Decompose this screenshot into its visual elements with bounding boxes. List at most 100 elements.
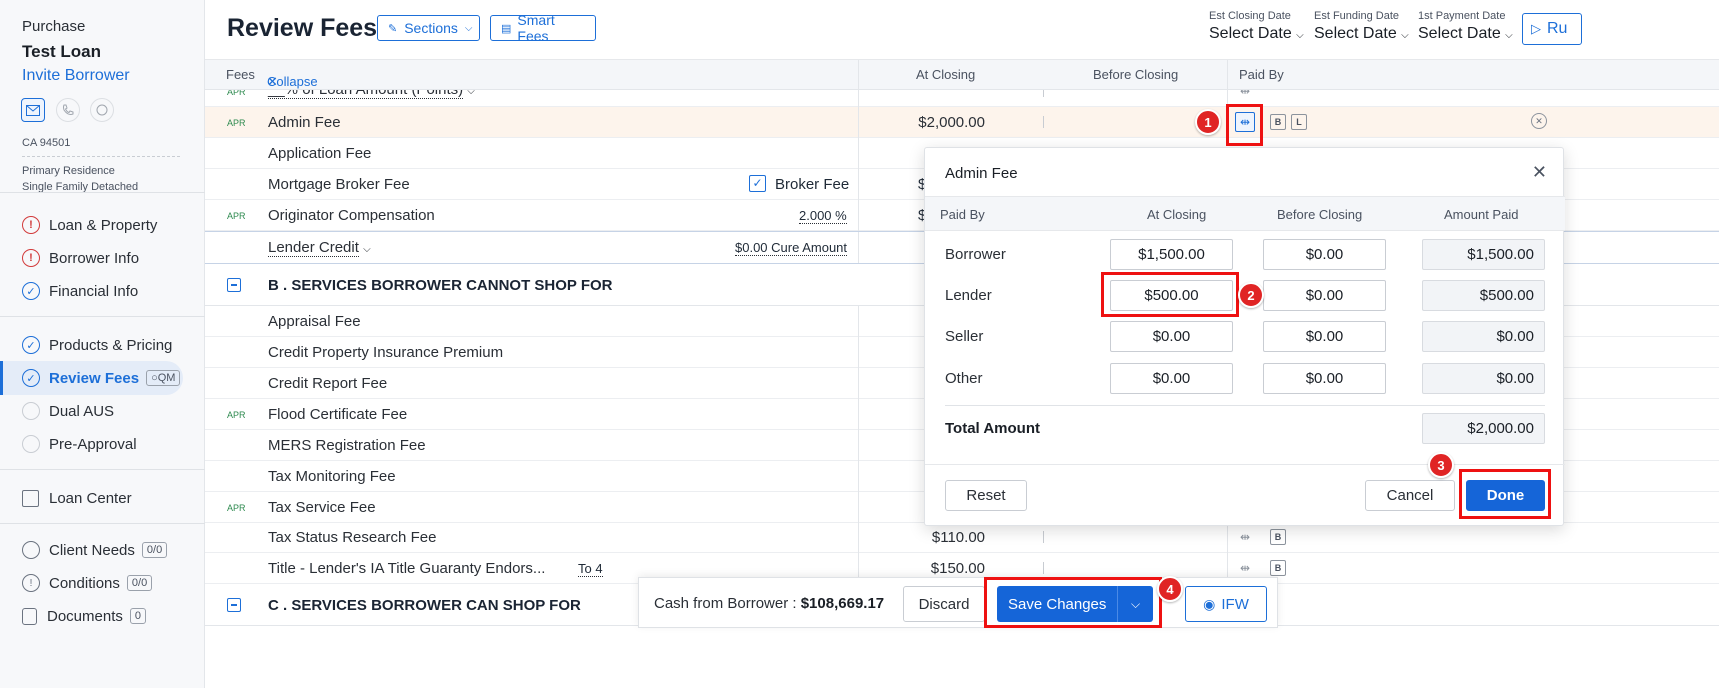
- lender-amount-paid: $500.00: [1422, 280, 1545, 311]
- fee-name[interactable]: __% of Loan Amount (Points) ⌵: [268, 90, 475, 99]
- nav-loan-property[interactable]: ! Loan & Property: [0, 208, 205, 242]
- invite-borrower-link[interactable]: Invite Borrower: [22, 67, 130, 85]
- fee-name: Appraisal Fee: [268, 313, 361, 330]
- date-select[interactable]: Select Date ⌵: [1418, 25, 1513, 43]
- fee-amount[interactable]: $110.00: [860, 529, 985, 546]
- broker-fee-label: Broker Fee: [775, 176, 850, 193]
- nav-label: Loan & Property: [49, 216, 158, 234]
- originator-percent[interactable]: 2.000 %: [799, 208, 847, 224]
- cash-from-borrower: Cash from Borrower : $108,669.17: [654, 595, 884, 612]
- nav-pre-approval[interactable]: Pre-Approval: [0, 427, 205, 461]
- chat-icon[interactable]: [90, 98, 114, 122]
- borrower-before-closing-input[interactable]: $0.00: [1263, 239, 1386, 270]
- email-icon[interactable]: [21, 98, 45, 122]
- nav-client-needs[interactable]: Client Needs 0/0: [0, 533, 205, 567]
- divider: [0, 523, 205, 524]
- property-summary: Primary Residence Single Family Detached: [22, 163, 138, 195]
- chevron-down-icon: ⌵: [1505, 30, 1513, 41]
- borrower-amount-paid: $1,500.00: [1422, 239, 1545, 270]
- warning-icon: !: [22, 216, 40, 234]
- button-label: Ru: [1547, 20, 1568, 37]
- est-funding-date[interactable]: Est Funding Date Select Date ⌵: [1314, 10, 1409, 43]
- ifw-button[interactable]: ◉ IFW: [1185, 586, 1267, 622]
- paid-by-borrower-tag[interactable]: B: [1270, 114, 1286, 130]
- section-title: B . SERVICES BORROWER CANNOT SHOP FOR: [268, 277, 613, 294]
- broker-fee-checkbox[interactable]: ✓: [749, 175, 766, 192]
- annotation-badge-2: 2: [1238, 282, 1264, 308]
- nav-documents[interactable]: Documents 0: [0, 599, 205, 633]
- first-payment-date[interactable]: 1st Payment Date Select Date ⌵: [1418, 10, 1513, 43]
- collapse-section-icon[interactable]: [227, 278, 241, 292]
- col-divider: [858, 107, 859, 138]
- row-label-lender: Lender: [945, 287, 992, 304]
- paid-by-borrower-tag[interactable]: B: [1270, 529, 1286, 545]
- divider: [0, 316, 205, 317]
- fee-name: Originator Compensation: [268, 207, 435, 224]
- seller-before-closing-input[interactable]: $0.00: [1263, 321, 1386, 352]
- col-divider: [858, 169, 859, 200]
- nav-review-fees[interactable]: ✓ Review Fees ○QM: [0, 361, 183, 395]
- seller-at-closing-input[interactable]: $0.00: [1110, 321, 1233, 352]
- fee-amount[interactable]: $2,000.00: [860, 114, 985, 131]
- run-button[interactable]: ▷ Ru: [1522, 13, 1582, 45]
- nav-borrower-info[interactable]: ! Borrower Info: [0, 241, 205, 275]
- cure-amount[interactable]: $0.00 Cure Amount: [735, 240, 848, 256]
- sidebar: Purchase Test Loan Invite Borrower CA 94…: [0, 0, 205, 688]
- date-select[interactable]: Select Date ⌵: [1314, 25, 1409, 43]
- other-amount-paid: $0.00: [1422, 363, 1545, 394]
- badge-text: QM: [157, 372, 176, 384]
- discard-button[interactable]: Discard: [903, 586, 985, 622]
- split-icon[interactable]: ⇹: [1236, 559, 1254, 577]
- other-before-closing-input[interactable]: $0.00: [1263, 363, 1386, 394]
- nav-dual-aus[interactable]: Dual AUS: [0, 394, 205, 428]
- annotation-box-1: [1226, 104, 1263, 146]
- annotation-badge-1: 1: [1195, 109, 1221, 135]
- fee-amount[interactable]: $150.00: [860, 560, 985, 577]
- lender-before-closing-input[interactable]: $0.00: [1263, 280, 1386, 311]
- dialog-column-header: Paid By At Closing Before Closing Amount…: [925, 196, 1565, 231]
- fee-name: Tax Service Fee: [268, 499, 376, 516]
- nav-financial-info[interactable]: ✓ Financial Info: [0, 274, 205, 308]
- nav-label: Client Needs: [49, 541, 135, 559]
- loan-name: Test Loan: [22, 42, 102, 61]
- split-icon[interactable]: ⇹: [1236, 528, 1254, 546]
- col-fees: Fees: [226, 67, 255, 82]
- annotation-badge-4: 4: [1157, 576, 1183, 602]
- est-closing-date[interactable]: Est Closing Date Select Date ⌵: [1209, 10, 1304, 43]
- reset-button[interactable]: Reset: [945, 480, 1027, 511]
- col-divider: [858, 60, 859, 90]
- close-icon[interactable]: ✕: [1532, 162, 1547, 183]
- nav-label: Financial Info: [49, 282, 139, 300]
- collapse-section-icon[interactable]: [227, 598, 241, 612]
- col-divider: [858, 368, 859, 399]
- date-select[interactable]: Select Date ⌵: [1209, 25, 1304, 43]
- col-divider: [858, 461, 859, 492]
- fee-name: Application Fee: [268, 145, 372, 162]
- nav-conditions[interactable]: ! Conditions 0/0: [0, 566, 205, 600]
- fee-name: Flood Certificate Fee: [268, 406, 408, 423]
- fee-name: MERS Registration Fee: [268, 437, 426, 454]
- borrower-at-closing-input[interactable]: $1,500.00: [1110, 239, 1233, 270]
- paid-to-link[interactable]: To 4: [578, 561, 603, 577]
- document-icon: [22, 607, 37, 625]
- remove-icon[interactable]: ✕: [1531, 113, 1547, 129]
- nav-products-pricing[interactable]: ✓ Products & Pricing: [0, 328, 205, 362]
- smart-fees-button[interactable]: ▤ Smart Fees: [490, 12, 596, 44]
- split-icon[interactable]: ⇹: [1236, 90, 1254, 100]
- annotation-box-3: [1459, 469, 1551, 519]
- table-row-tax-status[interactable]: Tax Status Research Fee $110.00 ⇹ B: [205, 522, 1719, 553]
- table-row-admin-fee[interactable]: APR Admin Fee $2,000.00 ⇹ B L ✕: [205, 107, 1719, 138]
- cancel-button[interactable]: Cancel: [1365, 480, 1455, 511]
- phone-icon[interactable]: [56, 98, 80, 122]
- paid-by-lender-tag[interactable]: L: [1291, 114, 1307, 130]
- nav-loan-center[interactable]: Loan Center: [0, 481, 205, 515]
- other-at-closing-input[interactable]: $0.00: [1110, 363, 1233, 394]
- table-row[interactable]: APR __% of Loan Amount (Points) ⌵ ⇹: [205, 90, 1719, 107]
- apr-tag: APR: [227, 503, 246, 513]
- col-divider: [858, 200, 859, 231]
- lender-credit-dropdown[interactable]: Lender Credit ⌵: [268, 239, 371, 257]
- button-label: Sections: [404, 20, 458, 36]
- paid-by-borrower-tag[interactable]: B: [1270, 560, 1286, 576]
- annotation-badge-3: 3: [1428, 452, 1454, 478]
- sections-button[interactable]: ✎ Sections ⌵: [377, 15, 480, 41]
